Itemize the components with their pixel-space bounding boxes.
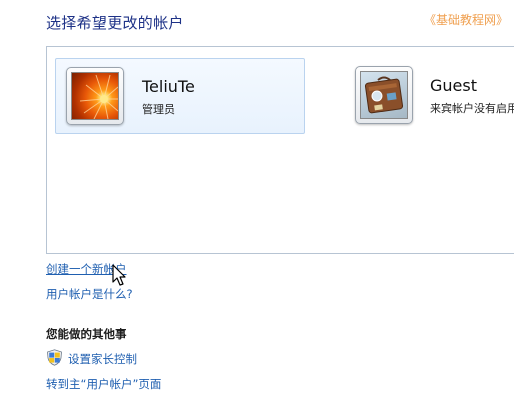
account-name: Guest xyxy=(430,76,477,95)
avatar-frame xyxy=(355,66,413,124)
account-role: 管理员 xyxy=(142,103,175,116)
account-name: TeliuTe xyxy=(142,77,195,96)
what-is-account-link[interactable]: 用户帐户是什么? xyxy=(46,286,133,302)
main-user-accounts-link[interactable]: 转到主“用户帐户”页面 xyxy=(46,376,161,392)
other-tasks-heading: 您能做的其他事 xyxy=(46,327,127,341)
flower-petals-icon xyxy=(79,74,118,119)
arrow-cursor-icon xyxy=(112,264,128,288)
account-tile-guest[interactable]: Guest 来宾帐户没有启用 xyxy=(345,58,514,134)
flower-avatar-icon xyxy=(71,72,119,120)
parental-controls-link[interactable]: 设置家长控制 xyxy=(68,351,137,367)
suitcase-avatar-icon xyxy=(360,71,408,119)
account-tile-teliute[interactable]: TeliuTe 管理员 xyxy=(55,58,305,134)
account-role: 来宾帐户没有启用 xyxy=(430,102,514,115)
avatar-frame xyxy=(66,67,124,125)
windows-shield-icon xyxy=(46,349,63,366)
accounts-panel: TeliuTe 管理员 Guest 来宾帐户没有启用 xyxy=(46,46,514,254)
watermark-text: 《基础教程网》 xyxy=(424,13,509,27)
page-title: 选择希望更改的帐户 xyxy=(46,14,184,32)
suitcase-drawing-icon xyxy=(364,76,404,114)
